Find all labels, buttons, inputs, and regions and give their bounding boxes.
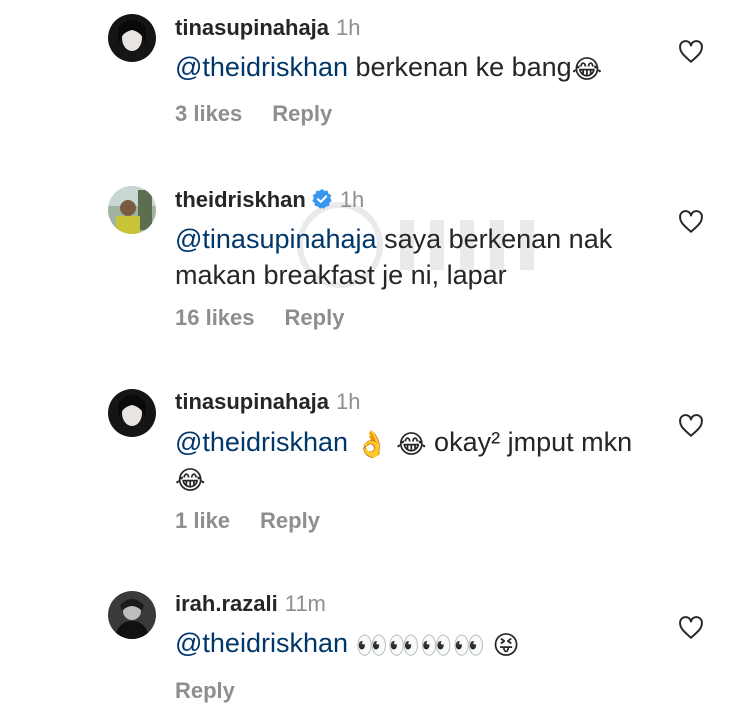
comment-mention[interactable]: @theidriskhan — [175, 52, 348, 82]
like-heart-icon[interactable] — [678, 615, 704, 641]
comment-body: @theidriskhan berkenan ke bang😂 — [175, 49, 675, 85]
avatar[interactable] — [108, 186, 156, 234]
avatar[interactable] — [108, 389, 156, 437]
comment-mention[interactable]: @theidriskhan — [175, 628, 348, 658]
comment-body: @theidriskhan 👌 😂 okay² jmput mkn 😂 — [175, 424, 635, 496]
like-heart-icon[interactable] — [678, 413, 704, 439]
eyes-emoji: 👀👀👀👀 — [355, 631, 486, 661]
reply-button[interactable]: Reply — [260, 508, 320, 533]
avatar[interactable] — [108, 14, 156, 62]
like-heart-icon[interactable] — [678, 209, 704, 235]
comment-username[interactable]: tinasupinahaja — [175, 389, 329, 414]
comment-username[interactable]: theidriskhan — [175, 187, 306, 212]
comment-timestamp: 1h — [336, 15, 361, 40]
comment-thread: tinasupinahaja 1h @theidriskhan berkenan … — [0, 0, 750, 720]
reply-button[interactable]: Reply — [175, 678, 235, 703]
comment-mention[interactable]: @theidriskhan — [175, 427, 348, 457]
dark-portrait-avatar-icon — [108, 389, 156, 437]
comment-text: okay² jmput mkn — [426, 427, 633, 457]
comment-body: @tinasupinahaja saya berkenan nak makan … — [175, 221, 655, 293]
likes-count[interactable]: 1 like — [175, 508, 230, 533]
laughing-emoji: 😂 — [571, 55, 603, 85]
comment-timestamp: 1h — [339, 187, 365, 212]
comment-body: @theidriskhan 👀👀👀👀 😝 — [175, 625, 675, 661]
dark-portrait-avatar-icon — [108, 14, 156, 62]
outdoor-portrait-avatar-icon — [108, 186, 156, 234]
reply-button[interactable]: Reply — [285, 305, 345, 330]
comment-username[interactable]: irah.razali — [175, 591, 278, 616]
comment-timestamp: 11m — [284, 591, 326, 616]
bw-portrait-avatar-icon — [108, 591, 156, 639]
comment-timestamp: 1h — [336, 389, 361, 414]
comment-text: berkenan ke bang — [348, 52, 572, 82]
comment-mention[interactable]: @tinasupinahaja — [175, 224, 377, 254]
comment-username[interactable]: tinasupinahaja — [175, 15, 329, 40]
likes-count[interactable]: 3 likes — [175, 101, 242, 126]
tongue-out-emoji: 😝 — [492, 631, 520, 661]
like-heart-icon[interactable] — [678, 39, 704, 65]
reply-button[interactable]: Reply — [272, 101, 332, 126]
likes-count[interactable]: 16 likes — [175, 305, 255, 330]
laughing-emoji: 😂 — [175, 466, 206, 496]
avatar[interactable] — [108, 591, 156, 639]
verified-badge-icon — [311, 188, 333, 210]
ok-hand-laughing-emoji: 👌 😂 — [355, 430, 427, 460]
